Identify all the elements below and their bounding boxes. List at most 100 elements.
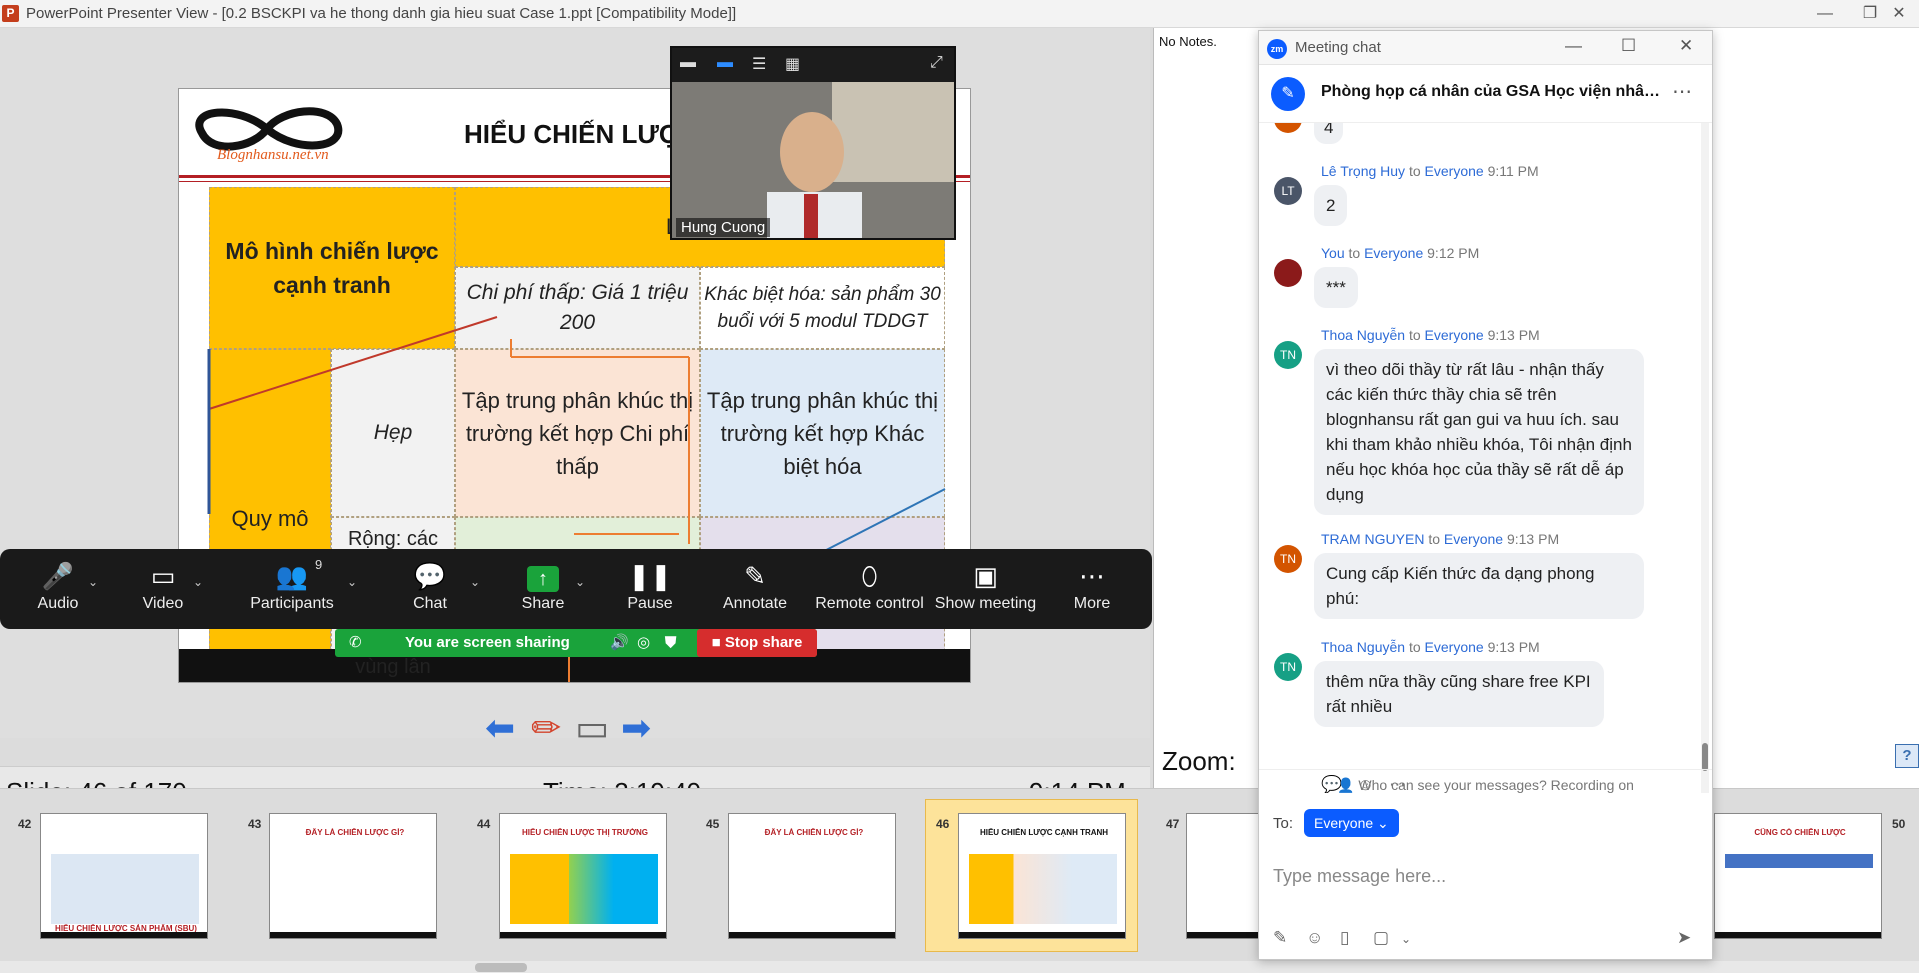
chat-messages[interactable]: TN 4 Lê Trọng Huy to Everyone 9:11 PM LT… [1259, 123, 1712, 793]
previous-slide-icon[interactable]: ⬅ [485, 708, 515, 748]
thumb-number: 44 [477, 817, 491, 831]
message-bubble: vì theo dõi thầy từ rất lâu - nhận thấy … [1314, 349, 1644, 515]
thumbnail-slide[interactable]: HIỂU CHIẾN LƯỢC THỊ TRƯỜNG [499, 813, 667, 939]
show-meeting-button[interactable]: ▣ Show meeting [928, 557, 1043, 623]
share-options-caret[interactable]: ⌄ [575, 575, 585, 589]
chat-scrollbar[interactable] [1701, 123, 1709, 793]
annotate-label: Annotate [722, 595, 788, 612]
thumbnail-slide[interactable]: HIỂU CHIẾN LƯỢC SẢN PHẨM (SBU) [40, 813, 208, 939]
thumb-number: 45 [706, 817, 720, 831]
chevron-down-icon: ⌄ [1377, 815, 1389, 831]
participants-button[interactable]: 👥 Participants [242, 557, 342, 623]
participants-options-caret[interactable]: ⌄ [347, 575, 357, 589]
emoji-icon[interactable]: ☺ [1306, 928, 1323, 948]
maximize-icon[interactable]: ☐ [1621, 36, 1636, 56]
expand-icon[interactable]: ⤢ [930, 54, 943, 72]
format-icon[interactable]: ✎ [1273, 928, 1287, 948]
avatar [1274, 259, 1302, 287]
remote-control-button[interactable]: ⬯ Remote control [807, 557, 932, 623]
more-button[interactable]: ⋯ More [1042, 557, 1142, 623]
thumbnail-slide-current[interactable]: HIỂU CHIẾN LƯỢC CẠNH TRANH [958, 813, 1126, 939]
sender-name[interactable]: TRAM NGUYEN [1321, 531, 1424, 547]
recipient-name[interactable]: Everyone [1425, 327, 1484, 343]
gallery-view-icon[interactable]: ▦ [785, 54, 800, 74]
thumbnail-slide[interactable]: ĐÂY LÀ CHIẾN LƯỢC GÌ? [728, 813, 896, 939]
help-icon[interactable]: ? [1895, 744, 1919, 768]
minimize-button[interactable]: — [1805, 3, 1845, 25]
message-bubble: Cung cấp Kiến thức đa dạng phong phú: [1314, 553, 1644, 619]
next-slide-icon[interactable]: ➡ [621, 708, 651, 748]
scrollbar-thumb[interactable] [475, 963, 527, 972]
chat-button[interactable]: 💬 Chat [380, 557, 480, 623]
stop-share-button[interactable]: ■ Stop share [697, 629, 817, 657]
thumbnail-slide[interactable]: ĐÂY LÀ CHIẾN LƯỢC GÌ? [269, 813, 437, 939]
sender-name[interactable]: You [1321, 245, 1345, 261]
more-options-icon[interactable]: ⋯ [1672, 79, 1692, 104]
sender-name[interactable]: Lê Trọng Huy [1321, 163, 1405, 179]
self-video-window[interactable]: ▬ ▬ ☰ ▦ ⤢ Hung Cuong [670, 46, 956, 240]
recipient-name[interactable]: Everyone [1425, 163, 1484, 179]
message-input[interactable] [1273, 861, 1698, 891]
show-meeting-label: Show meeting [934, 595, 1037, 612]
avatar: TN [1274, 341, 1302, 369]
recipient-name[interactable]: Everyone [1364, 245, 1423, 261]
thumb-title: ĐÂY LÀ CHIẾN LƯỢC GÌ? [764, 828, 864, 837]
minimize-icon[interactable]: — [1565, 36, 1582, 56]
recipient-name[interactable]: Everyone [1444, 531, 1503, 547]
audio-options-caret[interactable]: ⌄ [88, 575, 98, 589]
room-icon: ✎ [1271, 77, 1305, 111]
minimize-icon[interactable]: ▬ [680, 54, 696, 72]
speaker-icon: 🔊 [610, 634, 629, 651]
window-title: PowerPoint Presenter View - [0.2 BSCKPI … [26, 5, 737, 22]
sharing-text: You are screen sharing [405, 634, 570, 651]
close-button[interactable]: ✕ [1879, 3, 1919, 25]
to-label: To: [1273, 815, 1294, 832]
share-icon: ↑ [527, 566, 559, 592]
speaker-view-icon[interactable]: ▬ [717, 54, 733, 72]
annotate-button[interactable]: ✎ Annotate [705, 557, 805, 623]
status-icon: ◎ [637, 634, 651, 651]
pen-tool-icon[interactable]: ✏ [531, 708, 561, 748]
message-bubble: 4 [1314, 123, 1344, 144]
sender-name[interactable]: Thoa Nguyễn [1321, 327, 1405, 343]
chevron-down-icon[interactable]: ⌄ [1401, 932, 1411, 946]
chat-label: Chat [413, 595, 447, 612]
recipient-row: To: Everyone ⌄ [1259, 803, 1712, 843]
video-options-caret[interactable]: ⌄ [193, 575, 203, 589]
video-button[interactable]: ▭ Video [113, 557, 213, 623]
room-name[interactable]: Phòng họp cá nhân của GSA Học viện nhân … [1321, 83, 1661, 101]
pause-button[interactable]: ❚❚ Pause [600, 557, 700, 623]
powerpoint-icon: P [2, 5, 19, 22]
sender-name[interactable]: Thoa Nguyễn [1321, 639, 1405, 655]
message-meta: Thoa Nguyễn to Everyone 9:13 PM [1321, 327, 1540, 343]
thumbnail-slide[interactable]: CŨNG CÓ CHIẾN LƯỢC [1714, 813, 1882, 939]
avatar: TN [1274, 545, 1302, 573]
zoom-label: Zoom: [1162, 746, 1236, 776]
send-icon[interactable]: ➤ [1677, 928, 1691, 948]
chat-scrollbar-thumb[interactable] [1702, 743, 1708, 771]
participants-icon: 👥 [275, 561, 309, 591]
pause-label: Pause [627, 595, 673, 612]
file-icon[interactable]: ▯ [1340, 928, 1349, 948]
presenter-main-pane: Blognhansu.net.vn HIỂU CHIẾN LƯỢC Mô hìn… [0, 28, 1152, 816]
who-can-see-link[interactable]: 👤 Who can see your messages? Recording o… [1259, 769, 1712, 799]
avatar: TN [1274, 123, 1302, 133]
video-controls-bar: ▬ ▬ ☰ ▦ ⤢ [672, 48, 954, 82]
thumbnails-scrollbar[interactable] [0, 961, 1919, 973]
video-feed [672, 82, 954, 238]
message-bubble: thêm nữa thầy cũng share free KPI rất nh… [1314, 661, 1604, 727]
chat-options-caret[interactable]: ⌄ [470, 575, 480, 589]
red-arrow [208, 316, 498, 410]
audio-button[interactable]: 🎤 Audio [8, 557, 108, 623]
remote-control-label: Remote control [815, 595, 924, 612]
close-icon[interactable]: ✕ [1679, 36, 1693, 56]
recipient-select[interactable]: Everyone ⌄ [1304, 809, 1399, 837]
avatar: LT [1274, 177, 1302, 205]
screenshot-icon[interactable]: ▢ [1373, 928, 1389, 948]
share-button[interactable]: ↑ Share [493, 557, 593, 623]
recipient-name[interactable]: Everyone [1425, 639, 1484, 655]
phone-icon: ✆ [349, 634, 362, 651]
strip-view-icon[interactable]: ☰ [752, 54, 766, 74]
person-icon [672, 82, 954, 238]
see-all-slides-icon[interactable]: ▭ [575, 708, 609, 748]
